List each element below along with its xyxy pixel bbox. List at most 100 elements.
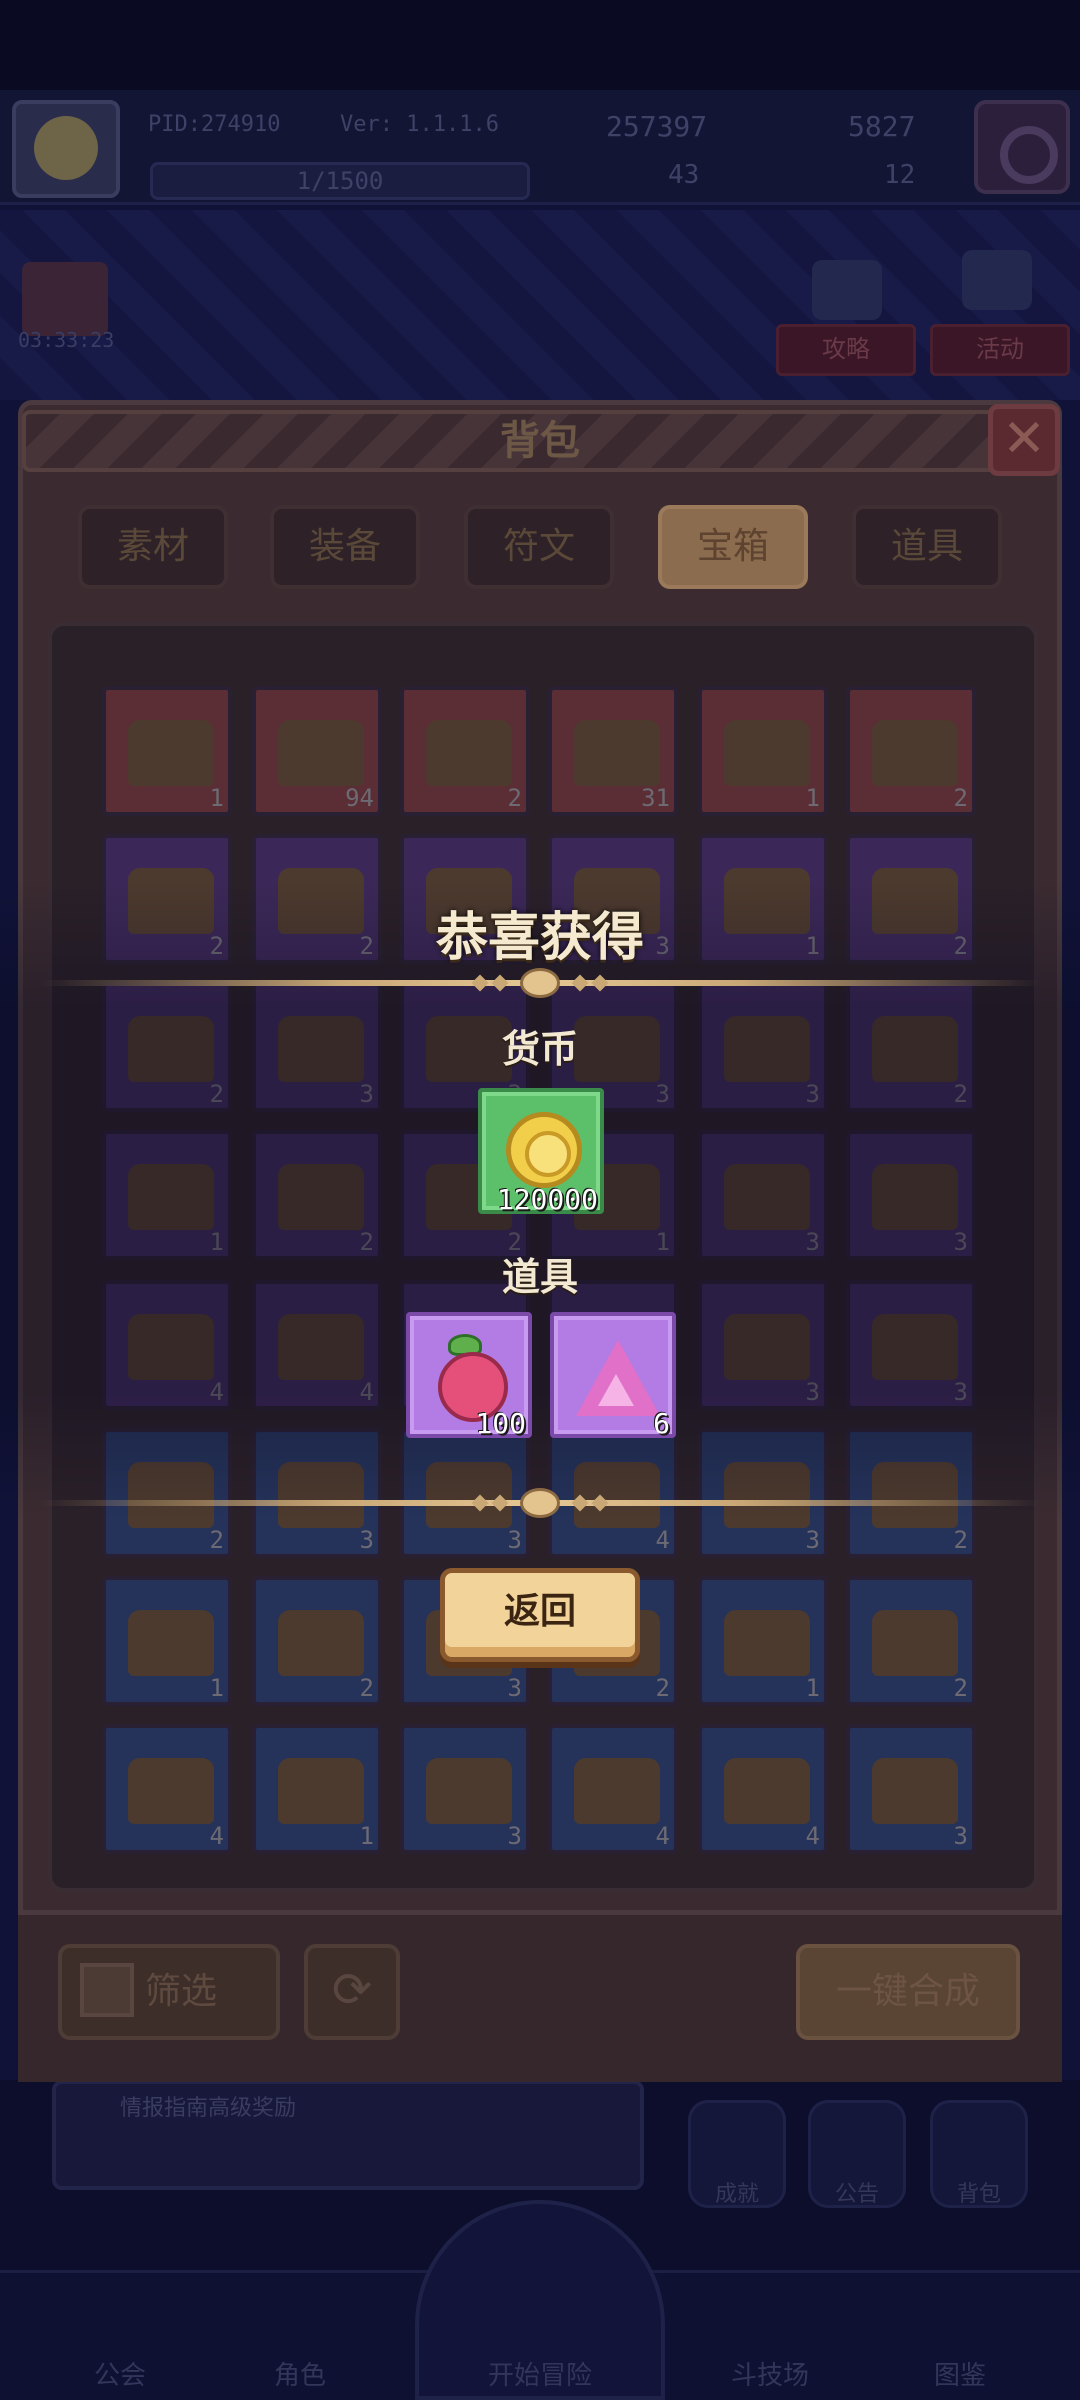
slot-count: 4 [655,1526,670,1554]
slot-count: 1 [359,1822,374,1850]
chest-icon [426,1758,512,1824]
settings-gear-icon [974,100,1070,194]
inventory-slot[interactable]: 4 [548,1724,678,1854]
inventory-slot[interactable]: 1 [252,1724,382,1854]
inventory-slot[interactable]: 3 [846,1724,976,1854]
gold-amount: 257397 [606,110,708,143]
tab-chests[interactable]: 宝箱 [658,505,808,589]
chest-icon [128,1610,214,1676]
bag-label: 背包 [956,2182,1001,2207]
nav-guild-label: 公会 [93,2361,146,2391]
chest-icon [574,720,660,786]
inventory-slot[interactable]: 3 [400,1724,530,1854]
chest-icon [872,720,958,786]
chest-icon [128,1758,214,1824]
item-section-label: 道具 [501,1255,578,1299]
tab-items[interactable]: 道具 [852,505,1002,589]
tab-materials[interactable]: 素材 [78,505,228,589]
slot-count: 2 [953,1674,968,1702]
lobby-background [0,210,1080,400]
backpack-title: 背包 [500,418,580,464]
chest-icon [724,1610,810,1676]
exp-progress-bar: 1/1500 [150,162,530,200]
nav-arena-label: 斗技场 [730,2361,809,2391]
reward-item-slot-1: 100 [406,1312,532,1440]
grid-filter-icon [80,1963,134,2017]
slot-count: 4 [805,1822,820,1850]
chest-icon [724,1758,810,1824]
pink-gem-shine [598,1374,634,1406]
slot-count: 1 [209,1674,224,1702]
slot-count: 2 [209,1526,224,1554]
gem-amount: 5827 [848,110,916,143]
slot-count: 3 [507,1822,522,1850]
slot-count: 1 [805,784,820,812]
inventory-slot[interactable]: 2 [846,1576,976,1706]
slot-count: 3 [953,1822,968,1850]
refresh-button[interactable]: ⟳ [304,1944,400,2040]
slot-count: 4 [655,1822,670,1850]
chest-icon [278,1610,364,1676]
chest-icon [278,720,364,786]
filter-label: 筛选 [145,1971,218,2012]
clover-amount: 43 [668,160,700,190]
inventory-slot[interactable]: 2 [400,686,530,816]
merge-all-button[interactable]: 一键合成 [796,1944,1020,2040]
chest-icon [872,1610,958,1676]
chest-icon [278,1758,364,1824]
status-area [0,0,1080,90]
top-ornament-icon [470,968,610,998]
reward-item-2-qty: 6 [653,1407,670,1440]
slot-count: 2 [953,784,968,812]
tab-runes[interactable]: 符文 [464,505,614,589]
slot-count: 4 [209,1822,224,1850]
slot-count: 94 [345,784,374,812]
reward-currency-qty: 120000 [496,1183,598,1216]
inventory-slot[interactable]: 2 [846,686,976,816]
game-version: Ver: 1.1.1.6 [340,112,499,137]
inventory-slot[interactable]: 31 [548,686,678,816]
slot-count: 31 [641,784,670,812]
slot-count: 2 [953,1526,968,1554]
slot-count: 3 [805,1526,820,1554]
chest-icon [872,1758,958,1824]
close-button[interactable]: ✕ [988,404,1060,476]
nav-guild: 公会 [30,2270,210,2400]
event-balloon-icon [962,250,1032,310]
inventory-slot[interactable]: 1 [102,686,232,816]
nav-character-label: 角色 [273,2361,326,2391]
guide-icon [812,260,882,320]
guide-banner-text: 情报指南高级奖励 [120,2096,297,2121]
slot-count: 2 [507,784,522,812]
tab-equipment[interactable]: 装备 [270,505,420,589]
reward-currency-slot: 120000 [478,1088,604,1216]
slot-count: 2 [655,1674,670,1702]
bottom-ornament-icon [470,1488,610,1518]
slot-count: 1 [805,1674,820,1702]
inventory-slot[interactable]: 2 [252,1576,382,1706]
chest-icon [724,720,810,786]
chest-icon [574,1758,660,1824]
inventory-slot[interactable]: 4 [102,1724,232,1854]
inventory-slot[interactable]: 1 [102,1576,232,1706]
inventory-slot[interactable]: 94 [252,686,382,816]
slot-count: 3 [507,1526,522,1554]
chest-icon [426,720,512,786]
inventory-slot[interactable]: 1 [698,686,828,816]
slot-count: 3 [359,1526,374,1554]
achievement-label: 成就 [714,2182,759,2207]
nav-adventure-label: 开始冒险 [487,2361,592,2391]
currency-section-label: 货币 [501,1027,578,1071]
notice-label: 公告 [834,2182,879,2207]
nav-codex-label: 图鉴 [933,2361,986,2391]
nav-codex: 图鉴 [870,2270,1050,2400]
return-button[interactable]: 返回 [440,1568,640,1662]
inventory-slot[interactable]: 1 [698,1576,828,1706]
chest-timer: 03:33:23 [18,328,115,352]
reward-title: 恭喜获得 [435,908,644,968]
energy-amount: 12 [884,160,916,190]
player-avatar [12,100,120,198]
slot-count: 3 [507,1674,522,1702]
inventory-slot[interactable]: 4 [698,1724,828,1854]
timed-chest-icon [22,262,108,336]
